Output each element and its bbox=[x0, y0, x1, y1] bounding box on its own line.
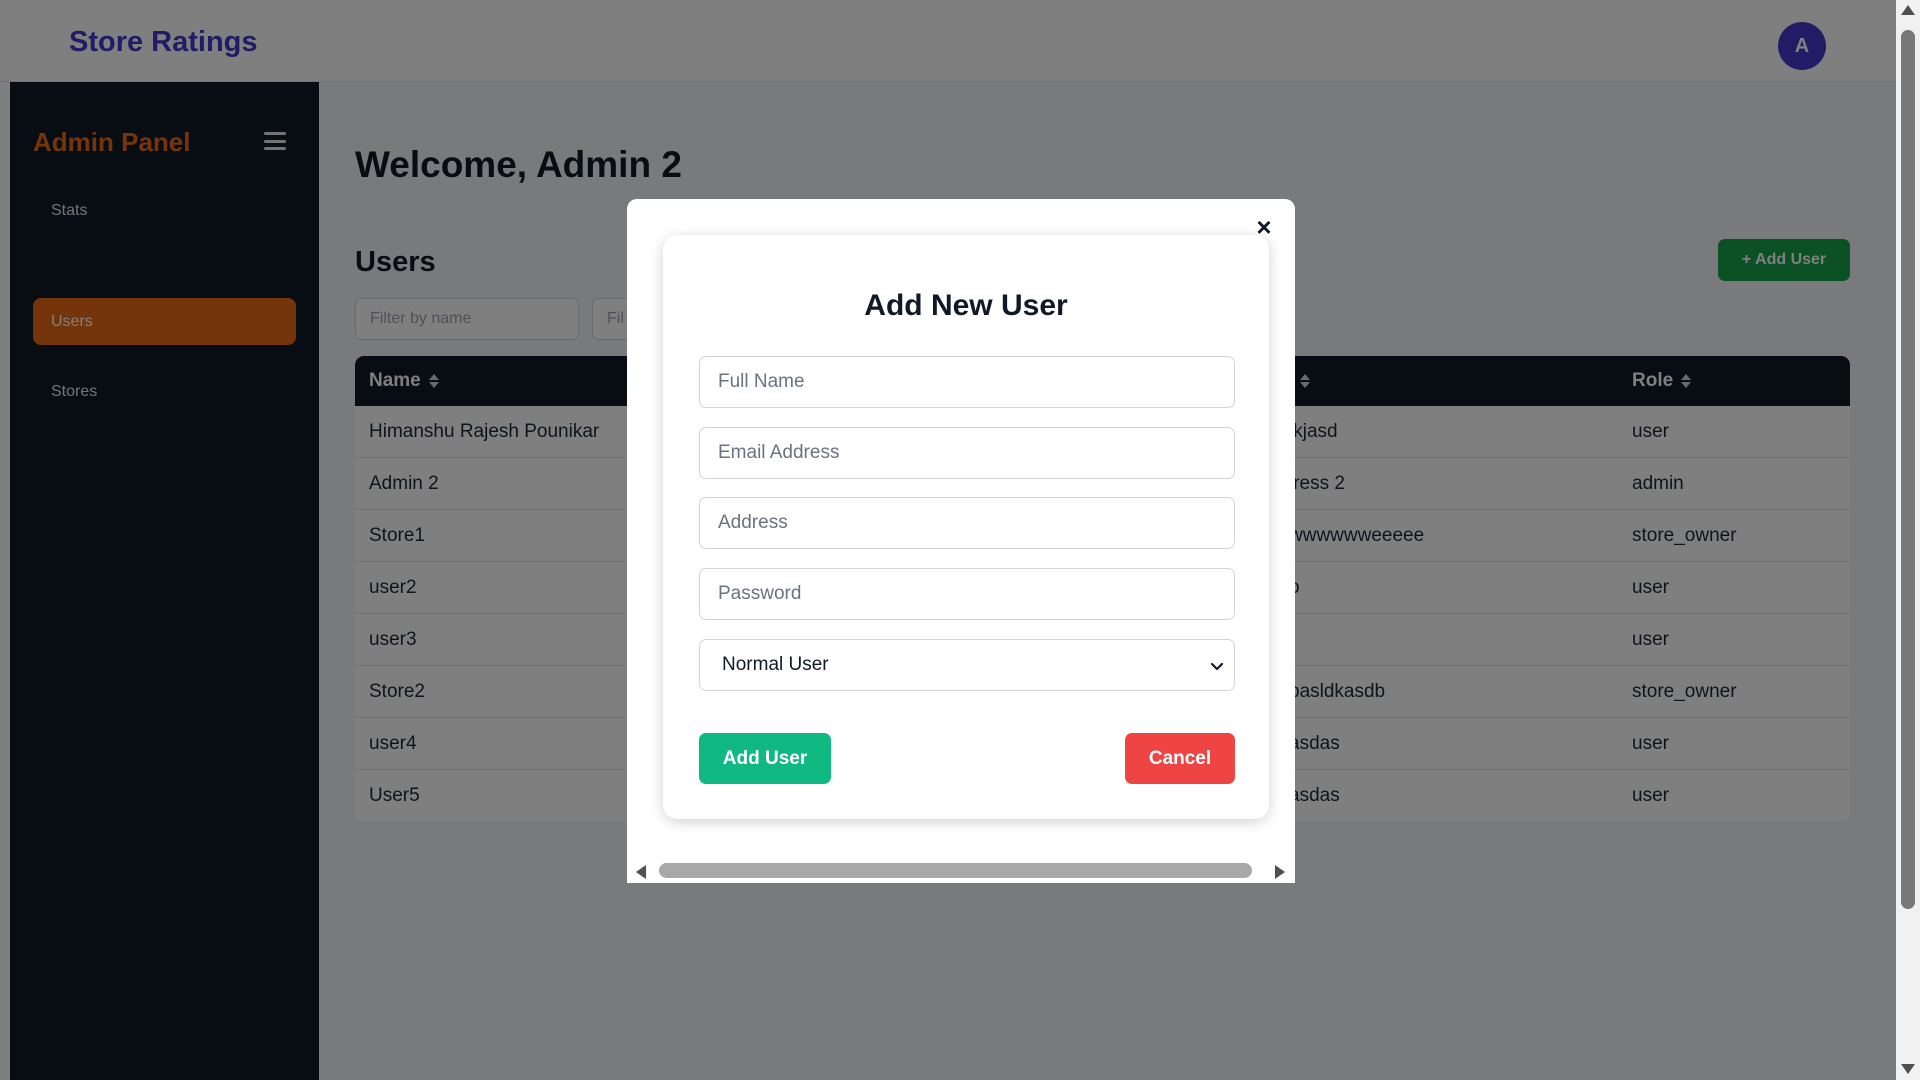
page-vertical-scrollbar[interactable] bbox=[1896, 0, 1920, 1080]
cancel-button[interactable]: Cancel bbox=[1125, 733, 1235, 784]
modal-title: Add New User bbox=[864, 289, 1068, 322]
scrollbar-thumb[interactable] bbox=[1901, 30, 1915, 909]
role-select[interactable]: Normal User bbox=[699, 639, 1235, 691]
role-select-value: Normal User bbox=[722, 654, 829, 675]
full-name-input[interactable] bbox=[699, 356, 1235, 408]
scrollbar-thumb[interactable] bbox=[659, 863, 1252, 878]
password-input[interactable] bbox=[699, 568, 1235, 620]
scroll-down-arrow-icon[interactable] bbox=[1901, 1064, 1915, 1074]
scroll-up-arrow-icon[interactable] bbox=[1901, 5, 1915, 15]
email-input[interactable] bbox=[699, 427, 1235, 479]
add-user-submit-button[interactable]: Add User bbox=[699, 733, 831, 784]
modal-horizontal-scrollbar[interactable] bbox=[627, 859, 1295, 883]
address-input[interactable] bbox=[699, 497, 1235, 549]
add-user-form: Add New User Normal User Add User Cancel bbox=[663, 235, 1269, 819]
chevron-down-icon bbox=[1210, 662, 1224, 671]
scroll-left-arrow-icon[interactable] bbox=[636, 865, 646, 879]
scroll-right-arrow-icon[interactable] bbox=[1275, 865, 1285, 879]
add-user-modal: × Add New User Normal User Add User Canc… bbox=[627, 199, 1295, 883]
